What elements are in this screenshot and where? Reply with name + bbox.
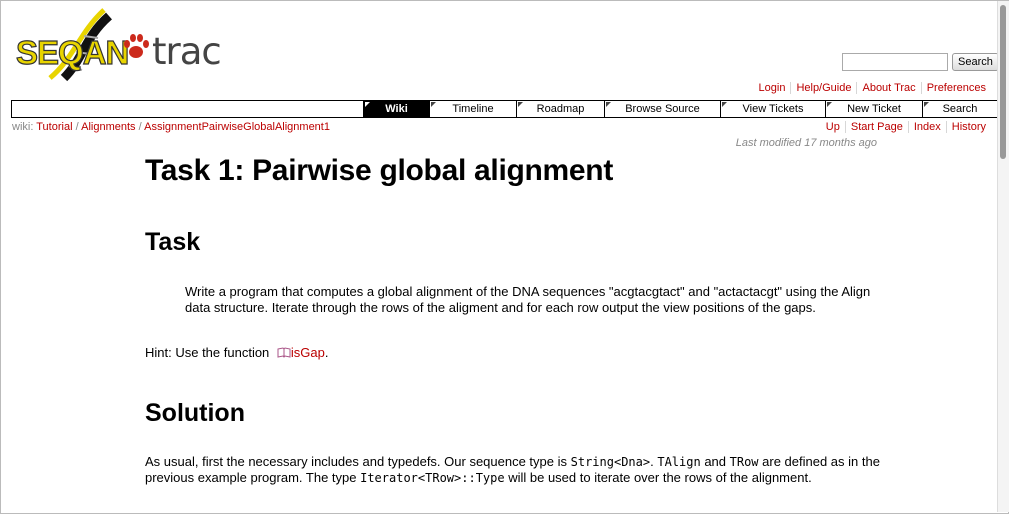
tab-view-tickets[interactable]: View Tickets (720, 101, 825, 117)
breadcrumb: wiki: Tutorial / Alignments / Assignment… (12, 121, 330, 133)
solution-heading: Solution (145, 399, 245, 427)
breadcrumb-tutorial[interactable]: Tutorial (36, 121, 72, 133)
tab-timeline[interactable]: Timeline (429, 101, 516, 117)
breadcrumb-separator: / (75, 121, 79, 133)
login-link[interactable]: Login (754, 82, 791, 94)
paw-icon (124, 34, 149, 58)
code-string-dna: String<Dna> (570, 455, 651, 469)
book-icon (277, 347, 291, 358)
breadcrumb-prefix: wiki: (12, 121, 34, 133)
main-nav: Wiki Timeline Roadmap Browse Source View… (11, 100, 998, 118)
scrollbar-thumb[interactable] (1000, 5, 1006, 159)
code-trow: TRow (729, 455, 759, 469)
tab-roadmap[interactable]: Roadmap (516, 101, 604, 117)
search-input[interactable] (842, 53, 948, 71)
breadcrumb-alignments[interactable]: Alignments (81, 121, 135, 133)
code-iterator-type: Iterator<TRow>::Type (360, 471, 505, 485)
tab-wiki[interactable]: Wiki (363, 101, 429, 117)
code-talign: TAlign (657, 455, 701, 469)
seqan-trac-logo[interactable]: SEQAN trac (14, 8, 234, 84)
meta-nav: Login Help/Guide About Trac Preferences (754, 82, 991, 94)
tab-new-ticket[interactable]: New Ticket (825, 101, 922, 117)
tab-search[interactable]: Search (922, 101, 997, 117)
tab-browse-source[interactable]: Browse Source (604, 101, 720, 117)
hint-line: Hint: Use the function isGap. (145, 345, 329, 360)
main-nav-spacer (12, 101, 363, 117)
breadcrumb-current-page[interactable]: AssignmentPairwiseGlobalAlignment1 (144, 121, 330, 133)
solution-text-3: and (700, 454, 730, 469)
breadcrumb-separator: / (138, 121, 142, 133)
about-trac-link[interactable]: About Trac (856, 82, 921, 94)
logo-seqan-text: SEQAN (15, 33, 130, 71)
solution-text-1: As usual, first the necessary includes a… (145, 454, 571, 469)
solution-text-5: will be used to iterate over the rows of… (504, 470, 812, 485)
wiki-content: Task 1: Pairwise global alignment Task W… (145, 148, 885, 485)
hint-prefix: Hint: Use the function (145, 345, 270, 360)
search-button[interactable]: Search (952, 53, 999, 71)
start-page-link[interactable]: Start Page (844, 121, 908, 133)
task-heading: Task (145, 228, 201, 256)
isgap-link[interactable]: isGap (291, 345, 325, 360)
index-link[interactable]: Index (907, 121, 946, 133)
solution-text: As usual, first the necessary includes a… (145, 454, 885, 486)
context-nav: Up Start Page Index History (821, 121, 991, 133)
logo-trac-text: trac (152, 30, 222, 73)
history-link[interactable]: History (945, 121, 991, 133)
up-link[interactable]: Up (821, 121, 845, 133)
task-description: Write a program that computes a global a… (185, 284, 871, 315)
hint-suffix: . (324, 345, 329, 360)
preferences-link[interactable]: Preferences (920, 82, 991, 94)
page-title: Task 1: Pairwise global alignment (145, 154, 614, 187)
help-guide-link[interactable]: Help/Guide (790, 82, 857, 94)
